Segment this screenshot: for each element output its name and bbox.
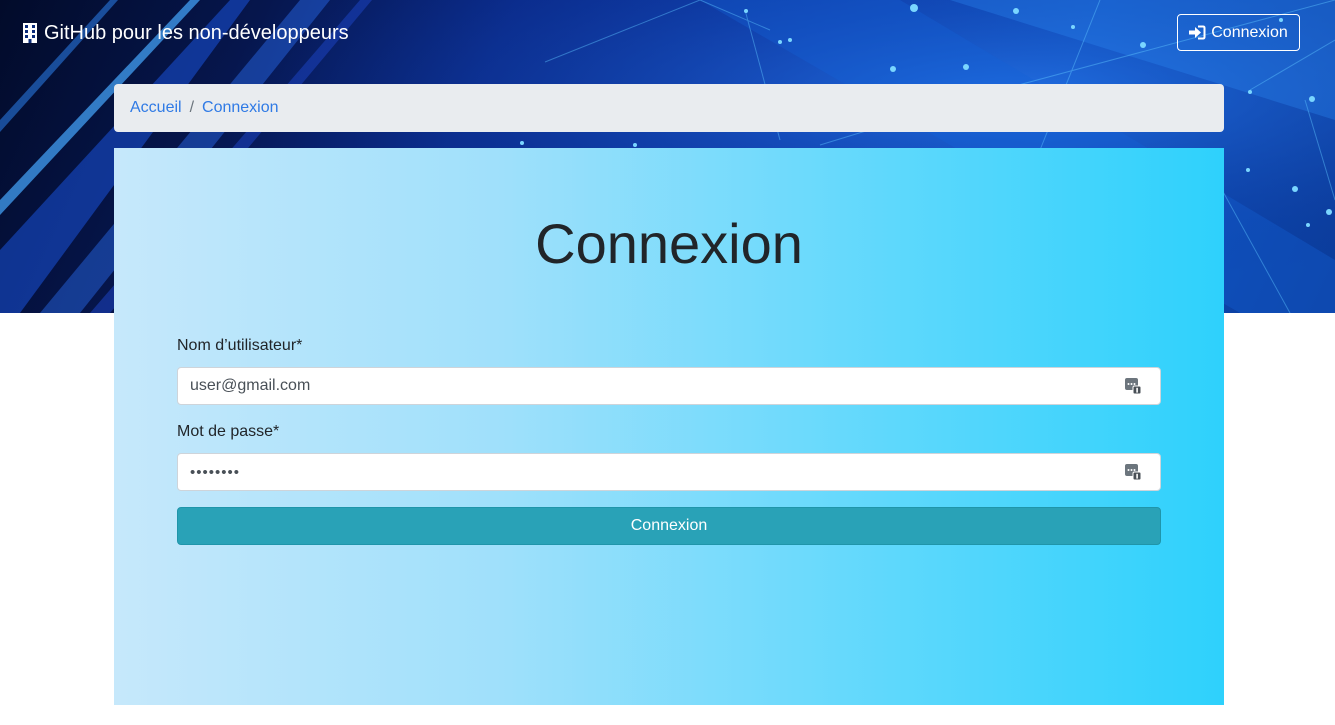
login-submit-label: Connexion [630, 517, 708, 534]
navbar-brand[interactable]: GitHub pour les non-développeurs [22, 21, 349, 45]
breadcrumb-home-link[interactable]: Accueil [130, 99, 182, 117]
building-icon [22, 23, 38, 43]
username-value: user@gmail.com [190, 377, 311, 394]
login-card: Connexion Nom d’utilisateur* user@gmail.… [114, 148, 1224, 705]
breadcrumb: Accueil / Connexion [114, 84, 1224, 132]
breadcrumb-current-link[interactable]: Connexion [202, 99, 279, 117]
password-value: •••••••• [190, 463, 241, 481]
sign-in-icon [1189, 25, 1206, 40]
navbar-login-label: Connexion [1211, 23, 1288, 41]
navbar-login-button[interactable]: Connexion [1177, 14, 1300, 51]
username-field[interactable]: user@gmail.com [177, 367, 1161, 405]
password-label: Mot de passe* [177, 423, 280, 440]
password-manager-icon[interactable] [1124, 463, 1142, 481]
password-field[interactable]: •••••••• [177, 453, 1161, 491]
page-title: Connexion [535, 212, 803, 275]
breadcrumb-separator: / [189, 99, 195, 116]
login-submit-button[interactable]: Connexion [177, 507, 1161, 545]
username-label: Nom d’utilisateur* [177, 337, 303, 354]
password-manager-icon[interactable] [1124, 377, 1142, 395]
brand-text: GitHub pour les non-développeurs [44, 21, 349, 44]
